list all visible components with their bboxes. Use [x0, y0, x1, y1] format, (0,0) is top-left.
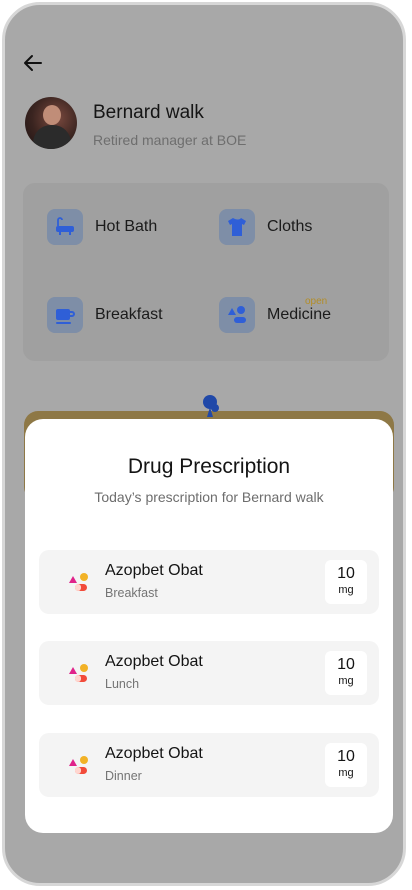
meal-label: Lunch	[105, 677, 140, 691]
dose-value: 10	[337, 656, 355, 673]
meal-label: Dinner	[105, 769, 142, 783]
dose-badge: 10 mg	[325, 560, 367, 604]
drug-name: Azopbet Obat	[105, 653, 203, 670]
prescription-row[interactable]: Azopbet Obat Lunch 10 mg	[39, 641, 379, 705]
service-breakfast[interactable]: Breakfast	[47, 295, 163, 335]
service-label: Medicine	[267, 306, 332, 323]
pills-icon	[219, 297, 255, 333]
shirt-icon	[219, 209, 255, 245]
app-screen: Bernard walk Retired manager at BOE Hot …	[5, 5, 403, 883]
dose-badge: 10 mg	[325, 651, 367, 695]
drug-name: Azopbet Obat	[105, 562, 203, 579]
services-grid: Hot Bath Cloths Breakfast Medicine	[23, 183, 389, 361]
back-arrow-icon[interactable]	[21, 51, 45, 75]
bathtub-icon	[47, 209, 83, 245]
drug-name: Azopbet Obat	[105, 745, 203, 762]
pills-icon	[69, 756, 88, 774]
pills-icon	[69, 573, 88, 591]
prescription-sheet: Drug Prescription Today’s prescription f…	[25, 419, 393, 833]
coffee-cup-icon	[47, 297, 83, 333]
dose-badge: 10 mg	[325, 743, 367, 787]
avatar[interactable]	[25, 97, 77, 149]
prescription-row[interactable]: Azopbet Obat Dinner 10 mg	[39, 733, 379, 797]
dose-unit: mg	[338, 675, 354, 687]
dose-unit: mg	[338, 767, 354, 779]
profile-subtitle: Retired manager at BOE	[93, 132, 247, 148]
dose-value: 10	[337, 748, 355, 765]
dose-unit: mg	[338, 584, 354, 596]
sheet-subtitle: Today’s prescription for Bernard walk	[94, 489, 324, 505]
service-label: Hot Bath	[95, 218, 158, 235]
status-badge: open	[305, 296, 328, 307]
sheet-title: Drug Prescription	[127, 455, 291, 478]
service-cloths[interactable]: Cloths	[219, 207, 312, 247]
prescription-row[interactable]: Azopbet Obat Breakfast 10 mg	[39, 550, 379, 614]
dose-value: 10	[337, 565, 355, 582]
phone-frame: Bernard walk Retired manager at BOE Hot …	[2, 2, 406, 886]
meal-label: Breakfast	[105, 586, 158, 600]
profile-name: Bernard walk	[93, 102, 204, 123]
pills-icon	[69, 664, 88, 682]
service-label: Cloths	[267, 218, 313, 235]
service-label: Breakfast	[95, 306, 163, 323]
service-hot-bath[interactable]: Hot Bath	[47, 207, 157, 247]
